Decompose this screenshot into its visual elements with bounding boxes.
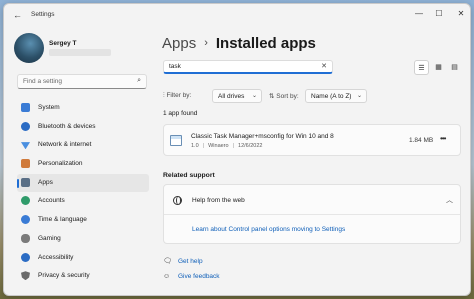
app-search-input[interactable]: task ✕ — [163, 60, 333, 74]
help-from-web-card: Help from the web ︿ Learn about Control … — [163, 184, 461, 244]
app-title: Settings — [31, 11, 55, 18]
sidebar-item-label: System — [38, 104, 60, 111]
sort-label: ⇅ Sort by: — [269, 93, 299, 100]
sort-dropdown[interactable]: Name (A to Z) ⌄ — [305, 89, 367, 103]
person-icon — [21, 196, 30, 206]
brush-icon — [21, 159, 30, 169]
sidebar-item-label: Network & internet — [38, 141, 92, 149]
avatar[interactable] — [14, 33, 44, 63]
view-toggle-group: ☰ ▦ ▤ — [414, 60, 461, 75]
monitor-icon — [21, 103, 30, 112]
app-size: 1.84 MB — [409, 137, 434, 144]
sidebar-item-label: Privacy & security — [38, 272, 90, 280]
filter-label: ⫶ Filter by: — [163, 92, 192, 99]
profile-name: Sergey T — [49, 40, 77, 47]
sidebar-item-apps[interactable]: Apps — [17, 173, 149, 193]
task-manager-app-icon — [170, 135, 182, 146]
sidebar-item-label: Bluetooth & devices — [38, 122, 96, 130]
sidebar-item-accessibility[interactable]: Accessibility — [17, 249, 149, 268]
grid-view-icon[interactable]: ▦ — [431, 60, 446, 75]
get-help-link[interactable]: Get help — [178, 258, 203, 265]
control-panel-link[interactable]: Learn about Control panel options moving… — [192, 226, 345, 233]
breadcrumb-apps[interactable]: Apps — [162, 35, 196, 52]
sidebar-item-personalization[interactable]: Personalization — [17, 155, 149, 174]
wifi-icon — [21, 142, 30, 150]
minimize-button[interactable]: — — [408, 7, 430, 21]
feedback-icon: ☺ — [163, 273, 171, 280]
find-setting-input[interactable]: Find a setting ⌕ — [17, 74, 147, 89]
shield-icon — [21, 271, 30, 281]
sort-label-text: Sort by: — [276, 93, 299, 100]
globe-icon — [173, 196, 182, 205]
chevron-right-icon: › — [204, 37, 208, 49]
controller-icon — [21, 233, 30, 243]
sidebar-item-time-language[interactable]: Time & language — [17, 211, 149, 230]
app-name: Classic Task Manager+msconfig for Win 10… — [191, 133, 334, 140]
chevron-down-icon: ⌄ — [356, 93, 362, 99]
clock-globe-icon — [21, 215, 30, 225]
chevron-up-icon[interactable]: ︿ — [446, 195, 453, 205]
app-list-item[interactable]: Classic Task Manager+msconfig for Win 10… — [163, 124, 461, 156]
sidebar-item-label: Personalization — [38, 160, 83, 168]
bluetooth-icon — [21, 121, 30, 131]
sidebar-item-label: Apps — [38, 178, 53, 186]
sidebar-item-label: Accounts — [38, 197, 65, 205]
chevron-down-icon: ⌄ — [251, 93, 257, 99]
result-count: 1 app found — [163, 110, 198, 117]
filter-dropdown[interactable]: All drives ⌄ — [212, 89, 262, 103]
get-help-icon: 🗨 — [163, 258, 172, 265]
app-search-value: task — [169, 63, 181, 70]
filter-value: All drives — [218, 93, 245, 100]
breadcrumb: Apps › Installed apps — [162, 35, 316, 52]
filter-label-text: Filter by: — [166, 92, 192, 99]
sidebar-item-system[interactable]: System — [17, 99, 149, 118]
sidebar-item-label: Accessibility — [38, 253, 74, 261]
app-meta: 1.0 | Winaero | 12/6/2022 — [191, 143, 263, 149]
page-title: Installed apps — [215, 35, 316, 52]
app-version: 1.0 — [191, 143, 199, 149]
help-from-web-header[interactable]: Help from the web ︿ — [164, 185, 460, 215]
back-arrow-icon[interactable]: ← — [13, 9, 25, 21]
sidebar-item-label: Time & language — [38, 216, 87, 224]
sidebar-item-network[interactable]: Network & internet — [17, 136, 149, 155]
sidebar-item-bluetooth[interactable]: Bluetooth & devices — [17, 118, 149, 137]
maximize-button[interactable]: ☐ — [428, 7, 450, 21]
sidebar-item-label: Gaming — [38, 234, 61, 242]
more-options-icon[interactable]: ••• — [440, 134, 446, 143]
sidebar-item-accounts[interactable]: Accounts — [17, 192, 149, 211]
sort-value: Name (A to Z) — [311, 93, 352, 100]
sidebar-item-gaming[interactable]: Gaming — [17, 230, 149, 249]
sidebar-item-privacy[interactable]: Privacy & security — [17, 267, 149, 286]
close-button[interactable]: ✕ — [450, 7, 470, 21]
clear-icon[interactable]: ✕ — [321, 62, 327, 70]
accessibility-icon — [21, 252, 30, 262]
tile-view-icon[interactable]: ▤ — [447, 60, 462, 75]
related-support-heading: Related support — [163, 172, 215, 179]
search-icon: ⌕ — [137, 77, 141, 84]
title-bar: ← Settings — ☐ ✕ — [4, 4, 470, 26]
find-setting-placeholder: Find a setting — [23, 78, 63, 85]
app-install-date: 12/6/2022 — [238, 143, 263, 149]
help-title: Help from the web — [192, 197, 245, 204]
sidebar-nav: System Bluetooth & devices Network & int… — [17, 99, 149, 286]
give-feedback-link[interactable]: Give feedback — [178, 273, 220, 280]
apps-icon — [21, 177, 30, 187]
profile-email-redacted — [49, 49, 111, 56]
app-publisher: Winaero — [208, 143, 229, 149]
settings-window: ← Settings — ☐ ✕ Sergey T Find a setting… — [3, 3, 471, 296]
list-view-icon[interactable]: ☰ — [414, 60, 429, 75]
